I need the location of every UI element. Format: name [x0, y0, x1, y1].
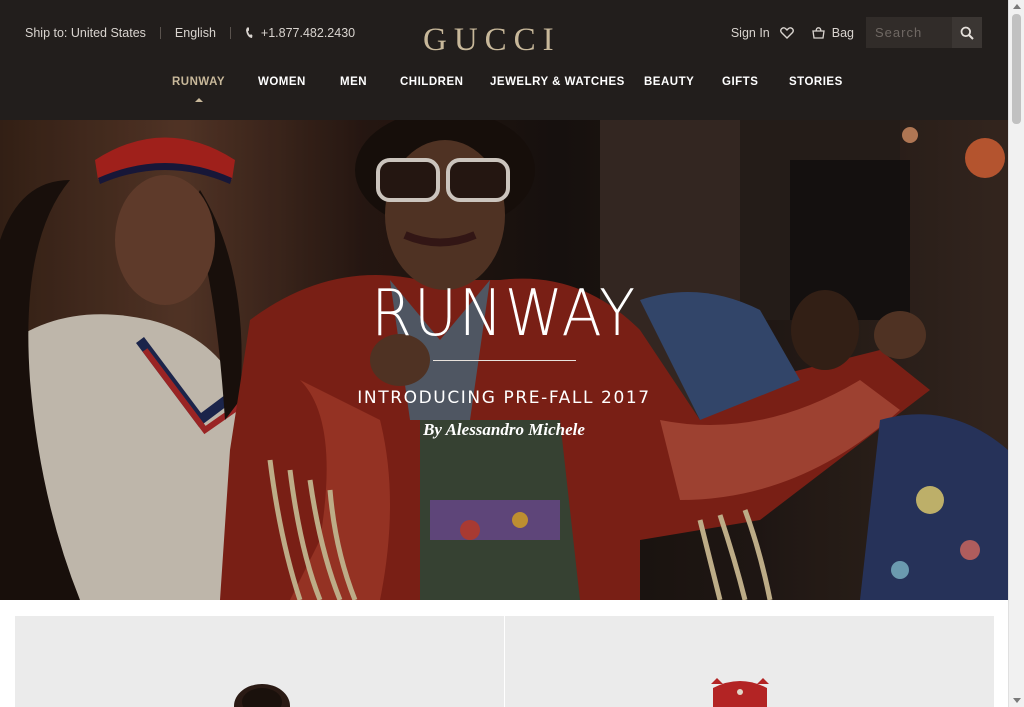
- utility-right: Sign In Bag: [731, 17, 982, 48]
- active-nav-indicator: [195, 98, 203, 102]
- hero-divider: [433, 360, 576, 361]
- chevron-down-icon[interactable]: [1013, 698, 1021, 703]
- hero-banner[interactable]: RUNWAY INTRODUCING PRE-FALL 2017 By Ales…: [0, 120, 1008, 600]
- hero-title: RUNWAY: [371, 277, 637, 351]
- heart-icon[interactable]: [779, 26, 794, 39]
- nav-item-runway[interactable]: RUNWAY: [172, 76, 225, 88]
- product-image: [234, 684, 290, 707]
- gucci-logo[interactable]: GUCCI: [423, 22, 561, 58]
- sign-in-link[interactable]: Sign In: [731, 26, 770, 40]
- product-tile[interactable]: [15, 616, 504, 707]
- search-button[interactable]: [952, 17, 982, 48]
- hero-byline: By Alessandro Michele: [423, 420, 585, 439]
- nav-item-men[interactable]: MEN: [340, 76, 367, 88]
- nav-item-beauty[interactable]: BEAUTY: [644, 76, 694, 88]
- product-image: [711, 678, 769, 707]
- product-grid: [15, 616, 994, 707]
- scrollbar-thumb[interactable]: [1012, 14, 1021, 124]
- phone-link[interactable]: +1.877.482.2430: [261, 26, 355, 40]
- bag-link[interactable]: Bag: [832, 26, 854, 40]
- nav-item-jewelry-watches[interactable]: JEWELRY & WATCHES: [490, 76, 625, 88]
- nav-item-women[interactable]: WOMEN: [258, 76, 306, 88]
- chevron-up-icon[interactable]: [1013, 4, 1021, 9]
- nav-item-children[interactable]: CHILDREN: [400, 76, 463, 88]
- search-icon: [960, 26, 974, 40]
- phone-icon: [245, 27, 253, 38]
- divider: [229, 27, 231, 39]
- nav-item-stories[interactable]: STORIES: [789, 76, 843, 88]
- bag-icon[interactable]: [812, 26, 825, 39]
- utility-left: Ship to: United States English +1.877.48…: [25, 25, 355, 41]
- divider: [159, 27, 161, 39]
- search-input[interactable]: [866, 17, 952, 48]
- site-header: Ship to: United States English +1.877.48…: [0, 0, 1008, 120]
- product-tile[interactable]: [505, 616, 994, 707]
- language-link[interactable]: English: [175, 26, 216, 40]
- ship-to-link[interactable]: Ship to: United States: [25, 26, 146, 40]
- main-nav: RUNWAY WOMEN MEN CHILDREN JEWELRY & WATC…: [0, 76, 1008, 94]
- hero-subtitle: INTRODUCING PRE-FALL 2017: [357, 388, 651, 408]
- nav-item-gifts[interactable]: GIFTS: [722, 76, 758, 88]
- page-scrollbar[interactable]: [1008, 0, 1024, 707]
